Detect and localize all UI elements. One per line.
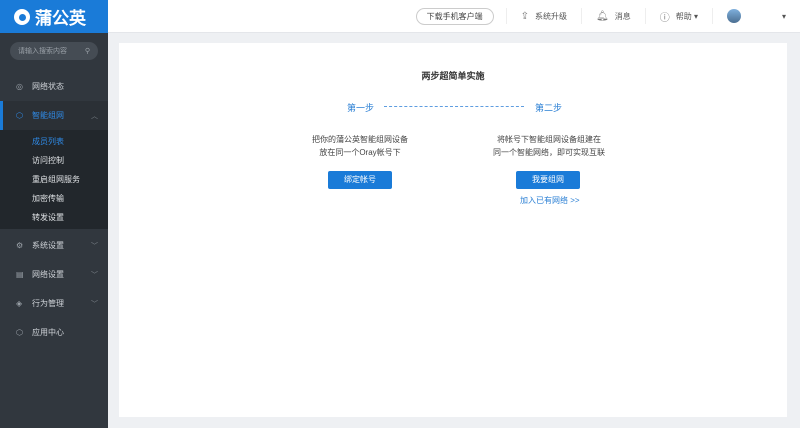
sidebar: 请输入搜索内容 ⚲ ◎ 网络状态 ⬡ 智能组网 ︿ 成员列表 访问控制 重启组网服务 加… — [0, 33, 108, 428]
submenu-member-list[interactable]: 成员列表 — [0, 132, 108, 151]
bind-account-button[interactable]: 绑定帐号 — [328, 171, 392, 189]
top-header: 下载手机客户端 ⇪ 系统升级 🔔︎ 消息 ⓘ 帮助 ▾ ▾ — [108, 0, 800, 33]
settings-panel-icon: ▤ — [16, 270, 24, 279]
chevron-up-icon: ︿ — [91, 112, 98, 120]
sidebar-item-network-settings[interactable]: ▤ 网络设置 ﹀ — [0, 260, 108, 289]
search-input[interactable]: 请输入搜索内容 ⚲ — [10, 42, 98, 60]
sidebar-item-system-settings[interactable]: ⚙ 系统设置 ﹀ — [0, 231, 108, 260]
brand-logo[interactable]: 蒲公英 — [0, 0, 108, 33]
main-card: 两步超简单实施 第一步 第二步 把你的蒲公英智能组网设备 放在同一个Oray帐号下… — [119, 43, 787, 417]
chevron-down-icon: ﹀ — [91, 300, 98, 308]
search-icon: ⚲ — [84, 48, 90, 55]
sidebar-item-smart-network[interactable]: ⬡ 智能组网 ︿ — [0, 101, 108, 130]
cube-icon: ⬡ — [16, 111, 23, 120]
gear-icon: ⚙ — [16, 241, 24, 250]
download-client-button[interactable]: 下载手机客户端 — [415, 7, 494, 25]
caret-down-icon: ▾ — [693, 11, 698, 21]
user-menu[interactable]: ▾ — [712, 8, 800, 24]
submenu-forwarding[interactable]: 转发设置 — [0, 208, 108, 227]
step-one-label: 第一步 — [347, 103, 375, 113]
submenu-access-control[interactable]: 访问控制 — [0, 151, 108, 170]
step-two-label: 第二步 — [535, 103, 563, 113]
submenu-restart-service[interactable]: 重启组网服务 — [0, 170, 108, 189]
help-menu[interactable]: ⓘ 帮助 ▾ — [644, 8, 712, 24]
network-icon: ◎ — [16, 82, 23, 91]
sidebar-item-app-center[interactable]: ⬡ 应用中心 — [0, 318, 108, 347]
chevron-down-icon: ﹀ — [91, 242, 98, 250]
sidebar-item-behavior[interactable]: ◈ 行为管理 ﹀ — [0, 289, 108, 318]
page-title: 两步超简单实施 — [421, 71, 485, 81]
messages-button[interactable]: 🔔︎ 消息 — [581, 8, 645, 24]
avatar — [727, 9, 741, 23]
help-icon: ⓘ — [659, 12, 670, 24]
submenu: 成员列表 访问控制 重启组网服务 加密传输 转发设置 — [0, 130, 108, 229]
upgrade-icon: ⇪ — [520, 10, 530, 22]
step-divider — [384, 106, 524, 107]
chevron-down-icon: ﹀ — [91, 271, 98, 279]
shield-icon: ◈ — [16, 299, 23, 308]
bell-icon: 🔔︎ — [596, 10, 609, 22]
sidebar-item-network-status[interactable]: ◎ 网络状态 — [0, 72, 108, 101]
caret-down-icon: ▾ — [781, 11, 786, 21]
create-network-button[interactable]: 我要组网 — [516, 171, 580, 189]
submenu-encryption[interactable]: 加密传输 — [0, 189, 108, 208]
join-network-link[interactable]: 加入已有网络 >> — [520, 195, 580, 206]
logo-icon — [14, 8, 30, 25]
step-one-description: 把你的蒲公英智能组网设备 放在同一个Oray帐号下 — [312, 135, 408, 157]
cube-icon: ⬡ — [16, 328, 23, 337]
step-two-description: 将帐号下智能组网设备组建在 同一个智能网络，即可实现互联 — [493, 135, 605, 157]
upgrade-button[interactable]: ⇪ 系统升级 — [505, 8, 581, 24]
